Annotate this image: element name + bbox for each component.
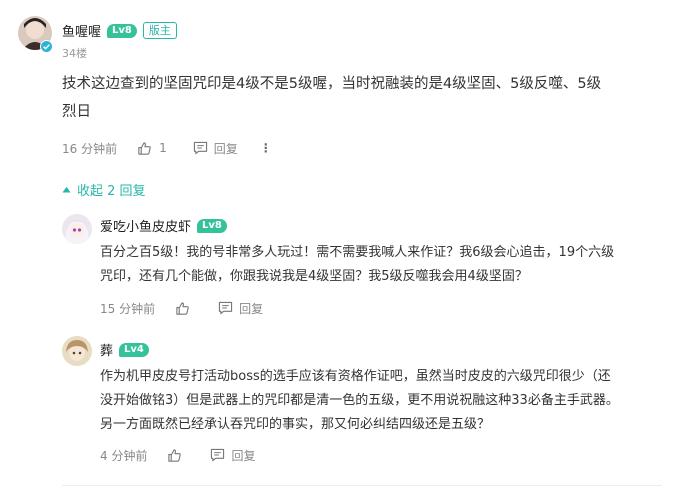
- divider: [62, 485, 662, 486]
- reply-text-line: 没开始做铭3）但是武器上的咒印都是清一色的五级，更不用说祝融这种33必备主手武器…: [100, 393, 619, 408]
- reply-label: 回复: [231, 448, 256, 463]
- reply-text: 百分之百5级！我的号非常多人玩过！需不需要我喊人来作证？我6级会心追击，19个六…: [100, 241, 660, 289]
- comment-icon: [193, 141, 208, 155]
- reply-text-line: 另一方面既然已经承认吞咒印的事实，那又何必纠结四级还是五级？: [100, 417, 491, 432]
- verified-icon: [40, 38, 53, 53]
- timestamp: 16 分钟前: [62, 141, 118, 156]
- floor-number: 34楼: [62, 47, 87, 60]
- triangle-up-icon: [62, 182, 71, 197]
- reply-meta: 15 分钟前 回复: [100, 300, 263, 316]
- avatar[interactable]: [62, 336, 92, 366]
- level-badge: Lv4: [119, 342, 149, 357]
- reply-label: 回复: [213, 141, 238, 156]
- username[interactable]: 葬: [100, 340, 113, 359]
- username[interactable]: 鱼喔喔: [62, 21, 101, 40]
- timestamp: 15 分钟前: [100, 301, 156, 316]
- like-button[interactable]: [175, 301, 190, 316]
- thumbs-up-icon: [167, 448, 182, 463]
- comment-text: 技术这边查到的坚固咒印是4级不是5级喔，当时祝融装的是4级坚固、5级反噬、5级 …: [62, 70, 662, 126]
- like-count: 1: [159, 141, 167, 155]
- more-options-icon[interactable]: ⋮: [260, 141, 272, 155]
- comment-text-line: 烈日: [62, 104, 91, 120]
- reply-text-line: 百分之百5级！我的号非常多人玩过！需不需要我喊人来作证？我6级会心追击，19个六…: [100, 245, 615, 260]
- reply-text: 作为机甲皮皮号打活动boss的选手应该有资格作证吧，虽然当时皮皮的六级咒印很少（…: [100, 365, 660, 437]
- comment-meta: 16 分钟前 1 回复 ⋮: [62, 140, 272, 156]
- reply-text-line: 作为机甲皮皮号打活动boss的选手应该有资格作证吧，虽然当时皮皮的六级咒印很少（…: [100, 369, 611, 384]
- level-badge: Lv8: [197, 218, 227, 233]
- reply-button[interactable]: 回复: [218, 300, 263, 317]
- moderator-badge: 版主: [142, 22, 177, 39]
- reply-label: 回复: [239, 301, 264, 316]
- avatar[interactable]: [62, 214, 92, 244]
- thumbs-up-icon: [175, 301, 190, 316]
- comment-text-line: 技术这边查到的坚固咒印是4级不是5级喔，当时祝融装的是4级坚固、5级反噬、5级: [62, 76, 602, 92]
- reply-meta: 4 分钟前 回复: [100, 447, 255, 463]
- like-button[interactable]: 1: [137, 141, 167, 156]
- timestamp: 4 分钟前: [100, 448, 148, 463]
- collapse-replies-button[interactable]: 收起 2 回复: [62, 180, 146, 199]
- reply-text-line: 咒印，还有几个能做，你跟我说我是4级坚固？我5级反噬我会用4级坚固？: [100, 269, 528, 284]
- username[interactable]: 爱吃小鱼皮皮虾: [100, 216, 191, 235]
- reply-button[interactable]: 回复: [210, 447, 255, 464]
- thumbs-up-icon: [137, 141, 152, 156]
- collapse-label: 收起 2 回复: [77, 184, 146, 199]
- comment-icon: [210, 448, 225, 462]
- like-button[interactable]: [167, 448, 182, 463]
- reply-button[interactable]: 回复: [193, 140, 238, 157]
- comment-icon: [218, 301, 233, 315]
- level-badge: Lv8: [107, 23, 137, 38]
